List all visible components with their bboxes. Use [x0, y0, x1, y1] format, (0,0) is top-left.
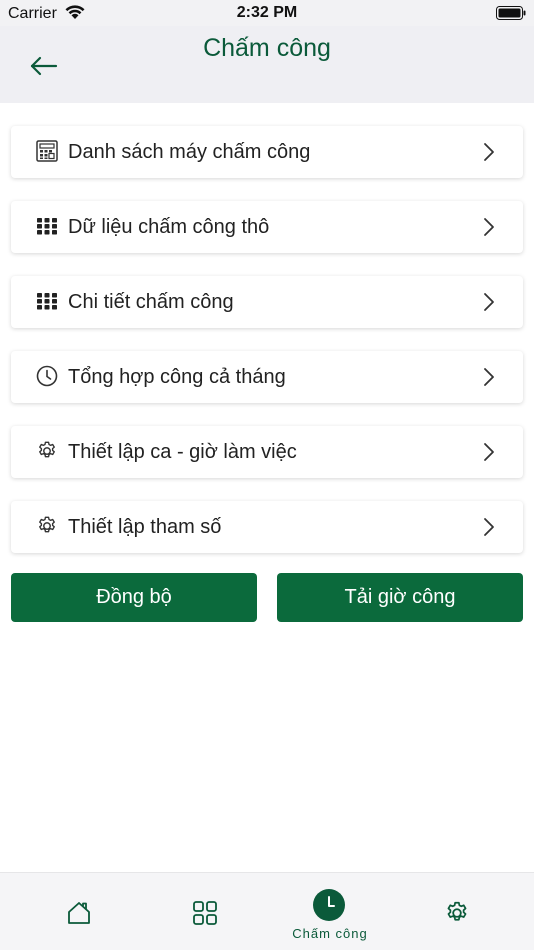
tab-label: Chấm công — [292, 926, 368, 941]
grid-icon — [37, 293, 57, 310]
menu-item-shift-settings[interactable]: Thiết lập ca - giờ làm việc — [11, 426, 523, 478]
chevron-right-icon — [484, 143, 494, 161]
page-title: Chấm công — [203, 34, 331, 62]
menu-item-label: Thiết lập tham số — [68, 516, 222, 538]
chevron-right-icon — [484, 293, 494, 311]
menu-item-device-list[interactable]: Danh sách máy chấm công — [11, 126, 523, 178]
chevron-right-icon — [484, 443, 494, 461]
menu-item-raw-data[interactable]: Dữ liệu chấm công thô — [11, 201, 523, 253]
menu-item-label: Dữ liệu chấm công thô — [68, 216, 270, 238]
tab-settings[interactable] — [396, 873, 516, 950]
status-bar: Carrier 2:32 PM — [0, 0, 534, 26]
gear-icon — [39, 441, 55, 458]
battery-icon — [496, 6, 526, 20]
home-icon — [68, 902, 90, 924]
menu-item-label: Danh sách máy chấm công — [68, 141, 311, 163]
menu-item-attendance-detail[interactable]: Chi tiết chấm công — [11, 276, 523, 328]
device-list-icon — [36, 140, 58, 162]
clock-icon — [328, 896, 335, 907]
menu-item-parameter-settings[interactable]: Thiết lập tham số — [11, 501, 523, 553]
apps-grid-icon — [193, 901, 217, 925]
grid-icon — [37, 218, 57, 235]
sync-button[interactable]: Đồng bộ — [11, 573, 257, 622]
menu-item-label: Thiết lập ca - giờ làm việc — [68, 441, 297, 463]
menu-item-label: Tổng hợp công cả tháng — [68, 366, 286, 388]
chevron-right-icon — [484, 218, 494, 236]
chevron-right-icon — [484, 368, 494, 386]
tab-home[interactable] — [18, 873, 138, 950]
clock-icon — [36, 365, 58, 387]
gear-icon — [39, 516, 55, 533]
menu-item-monthly-summary[interactable]: Tổng hợp công cả tháng — [11, 351, 523, 403]
header-bar: Chấm công — [0, 26, 534, 103]
load-hours-button[interactable]: Tải giờ công — [277, 573, 523, 622]
menu-item-label: Chi tiết chấm công — [68, 291, 234, 313]
tab-apps[interactable] — [144, 873, 264, 950]
bottom-tab-bar: Chấm công — [0, 872, 534, 950]
gear-icon — [447, 901, 467, 921]
tab-attendance[interactable]: Chấm công — [270, 873, 390, 950]
clock-time: 2:32 PM — [236, 4, 298, 21]
chevron-right-icon — [484, 518, 494, 536]
active-tab-indicator — [313, 889, 345, 921]
